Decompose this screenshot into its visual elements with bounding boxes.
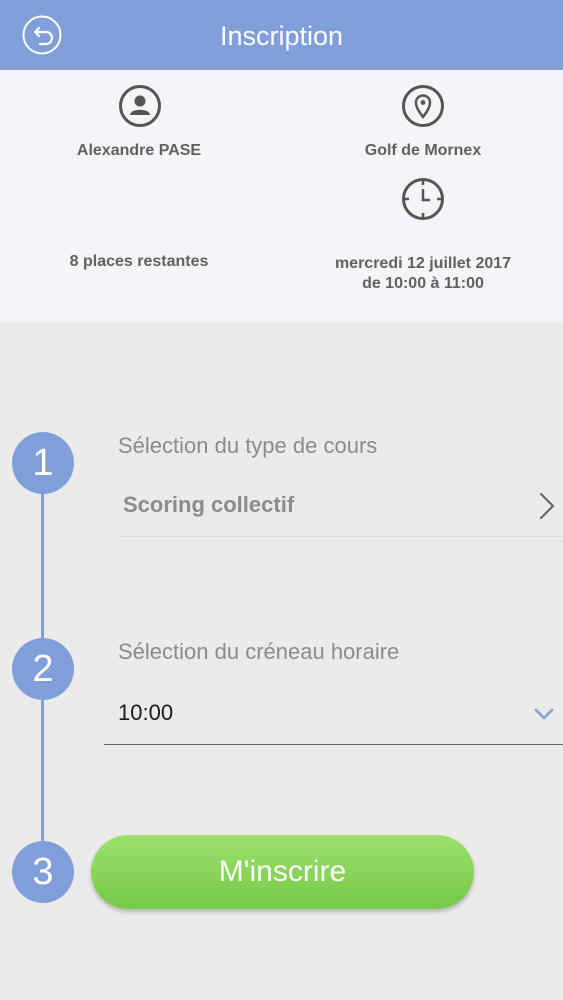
chevron-down-icon [534,708,554,720]
course-type-value: Scoring collectif [123,492,295,517]
time-range-text: de 10:00 à 11:00 [362,275,484,292]
date-text: mercredi 12 juillet 2017 [334,255,512,272]
instructor-name: Alexandre PASE [76,142,202,159]
step-2-badge: 2 [12,638,74,700]
location-pin-icon [402,85,444,127]
user-icon [119,85,161,127]
time-slot-value: 10:00 [118,700,174,725]
time-slot-select[interactable]: 10:00 [104,688,563,745]
course-type-label: Sélection du type de cours [118,433,378,458]
page-title: Inscription [219,21,344,51]
chevron-right-icon [539,492,555,520]
step-1-badge: 1 [12,432,74,494]
places-remaining: 8 places restantes [69,253,209,270]
register-button[interactable]: M'inscrire [91,835,474,909]
clock-icon [402,178,444,220]
course-type-selector[interactable]: Scoring collectif [118,470,563,537]
location-name: Golf de Mornex [364,142,482,159]
time-slot-label: Sélection du créneau horaire [118,639,400,664]
step-3-badge: 3 [12,841,74,903]
header-bar: Inscription [0,0,563,70]
